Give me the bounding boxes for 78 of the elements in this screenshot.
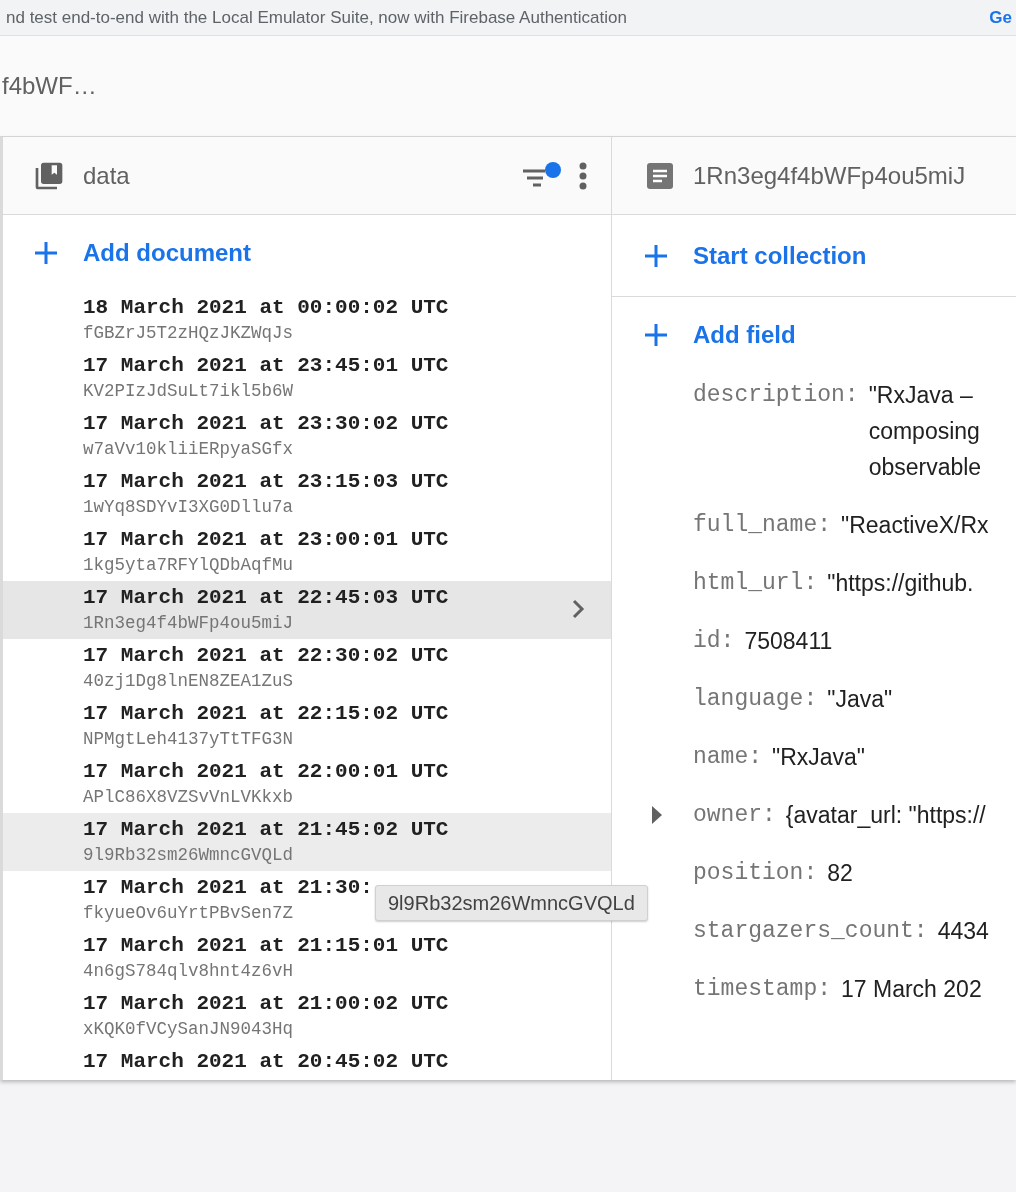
document-row[interactable]: 17 March 2021 at 21:00:02 UTC xKQK0fVCySanJN9043Hq [3,987,611,1045]
field-value: composing [868,417,980,446]
field-key: description: [693,377,859,413]
more-icon[interactable] [579,160,587,191]
document-id: NPMgtLeh4137yTtTFG3N [83,728,294,750]
field-key: position: [693,855,818,891]
document-row[interactable]: 17 March 2021 at 22:15:02 UTC NPMgtLeh4137yTtTFG3N [3,697,611,755]
document-title: 17 March 2021 at 20:45:02 UTC [83,1049,449,1075]
document-id: 1kg5yta7RFYlQDbAqfMu [83,554,294,576]
collection-title: data [83,160,130,191]
banner-text: nd test end-to-end with the Local Emulator Suite, now with Firebase Authentication [6,6,627,29]
add-field-button[interactable]: Add field [612,297,1016,373]
document-id: KV2PIzJdSuLt7ikl5b6W [83,380,294,402]
document-row[interactable]: 17 March 2021 at 21:45:02 UTC 9l9Rb32sm26WmncGVQLd [3,813,611,871]
document-id: 9l9Rb32sm26WmncGVQLd [83,844,294,866]
field-value: "RxJava – [868,381,973,410]
document-title: 17 March 2021 at 22:30:02 UTC [83,643,449,669]
field-value: observable [868,453,982,482]
document-row[interactable]: 17 March 2021 at 23:45:01 UTC KV2PIzJdSuLt7ikl5b6W [3,349,611,407]
document-title: 17 March 2021 at 21:00:02 UTC [83,991,449,1017]
field-key: html_url: [693,565,818,601]
chevron-right-icon [571,598,585,620]
document-id: 1wYq8SDYvI3XG0Dllu7a [83,496,294,518]
document-title: 17 March 2021 at 21:15:01 UTC [83,933,449,959]
document-title: 17 March 2021 at 21:45:02 UTC [83,817,449,843]
document-row[interactable]: 17 March 2021 at 22:00:01 UTC APlC86X8VZSvVnLVKkxb [3,755,611,813]
document-row[interactable]: 17 March 2021 at 22:45:03 UTC 1Rn3eg4f4bWFp4ou5miJ [3,581,611,639]
document-title: 17 March 2021 at 22:45:03 UTC [83,585,449,611]
field-value: {avatar_url: "https:// [785,801,986,830]
document-id: 1Rn3eg4f4bWFp4ou5miJ [83,612,294,634]
document-row[interactable]: 17 March 2021 at 23:30:02 UTC w7aVv10kliiERpyaSGfx [3,407,611,465]
document-row[interactable]: 17 March 2021 at 23:15:03 UTC 1wYq8SDYvI3XG0Dllu7a [3,465,611,523]
document-title: 17 March 2021 at 23:30:02 UTC [83,411,449,437]
field-value: "ReactiveX/Rx [841,511,989,540]
banner-link[interactable]: Ge [989,4,1012,31]
document-row[interactable]: 17 March 2021 at 22:30:02 UTC 40zj1Dg8lnEN8ZEA1ZuS [3,639,611,697]
add-document-button[interactable]: Add document [3,215,611,291]
plus-icon [33,240,59,266]
document-id: 40zj1Dg8lnEN8ZEA1ZuS [83,670,294,692]
document-row[interactable]: 17 March 2021 at 21:15:01 UTC 4n6gS784qlv8hnt4z6vH [3,929,611,987]
field-key: full_name: [693,507,832,543]
document-title: 17 March 2021 at 23:45:01 UTC [83,353,449,379]
start-collection-button[interactable]: Start collection [612,215,1016,297]
plus-icon [643,322,669,348]
document-title: 17 March 2021 at 22:15:02 UTC [83,701,449,727]
expand-icon[interactable] [650,806,662,824]
document-title: 17 March 2021 at 22:00:01 UTC [83,759,449,785]
document-id: APlC86X8VZSvVnLVKkxb [83,786,294,808]
field-value: 82 [827,859,853,888]
field-key: stargazers_count: [693,913,928,949]
field-key: language: [693,681,818,717]
document-row[interactable]: 17 March 2021 at 23:00:01 UTC 1kg5yta7RFYlQDbAqfMu [3,523,611,581]
document-id: 4n6gS784qlv8hnt4z6vH [83,960,294,982]
document-title: 17 March 2021 at 21:30: [83,875,373,901]
field-value: "https://github. [827,569,974,598]
field-value: "RxJava" [772,743,866,772]
document-row[interactable]: 18 March 2021 at 00:00:02 UTC fGBZrJ5T2zHQzJKZWqJs [3,291,611,349]
plus-icon [643,242,669,269]
document-icon [646,161,674,190]
document-row[interactable]: 17 March 2021 at 20:45:02 UTC [3,1045,611,1080]
field-key: id: [693,623,735,659]
document-id: fGBZrJ5T2zHQzJKZWqJs [83,322,294,344]
field-value: 17 March 202 [841,975,982,1004]
breadcrumb-text[interactable]: f4bWF… [2,68,97,104]
tooltip: 9l9Rb32sm26WmncGVQLd [375,885,648,921]
field-key: owner: [693,797,776,833]
document-title: 17 March 2021 at 23:00:01 UTC [83,527,449,553]
document-title-header: 1Rn3eg4f4bWFp4ou5miJ [693,160,966,191]
field-key: timestamp: [693,971,832,1007]
document-title: 18 March 2021 at 00:00:02 UTC [83,295,449,321]
document-id: xKQK0fVCySanJN9043Hq [83,1018,294,1040]
document-id: fkyueOv6uYrtPBvSen7Z [83,902,294,924]
field-value: 4434 [937,917,989,946]
document-id: w7aVv10kliiERpyaSGfx [83,438,294,460]
field-key: name: [693,739,762,775]
document-title: 17 March 2021 at 23:15:03 UTC [83,469,449,495]
field-value: "Java" [827,685,893,714]
field-value: 7508411 [744,627,833,656]
